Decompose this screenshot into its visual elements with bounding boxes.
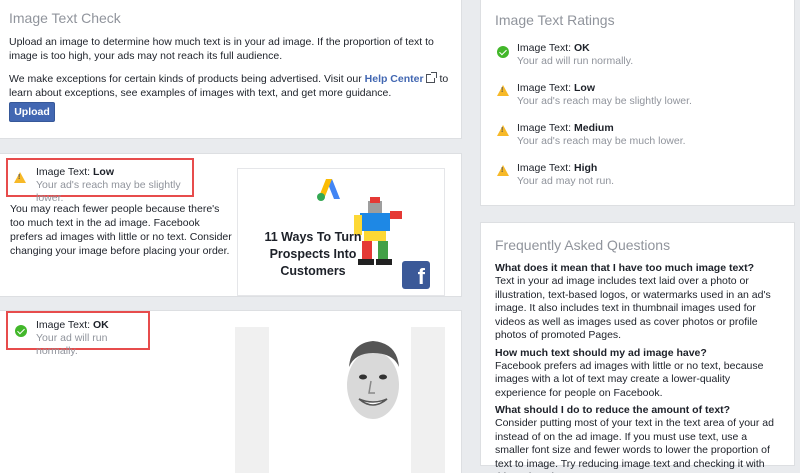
rating-label: Image Text:: [517, 82, 572, 94]
ratings-title: Image Text Ratings: [495, 12, 615, 28]
google-ads-logo-icon: [317, 179, 340, 201]
help-center-link[interactable]: Help Center: [365, 73, 424, 85]
upload-button[interactable]: Upload: [9, 102, 55, 122]
result-subtitle: Your ad will run normally.: [36, 332, 108, 357]
check-exceptions: We make exceptions for certain kinds of …: [9, 72, 452, 100]
check-circle-icon: [15, 325, 27, 337]
rating-label: Image Text:: [517, 42, 572, 54]
rating-subtitle: Your ad's reach may be much lower.: [517, 135, 686, 147]
faq-title: Frequently Asked Questions: [495, 237, 671, 253]
warning-icon: [14, 172, 26, 183]
rating-label: Image Text:: [517, 162, 572, 174]
result-rating-low: Image Text: Low Your ad's reach may be s…: [6, 158, 194, 204]
rating-title: Image Text: Low: [517, 82, 780, 95]
facebook-logo-icon: f: [402, 261, 430, 289]
rating-level: OK: [574, 42, 590, 54]
rating-item-high: Image Text: High Your ad may not run.: [495, 162, 780, 188]
result-card-low: Image Text: Low Your ad's reach may be s…: [0, 153, 462, 297]
rating-title: Image Text: Medium: [517, 122, 780, 135]
ad-image-thumbnail: 11 Ways To Turn Prospects Into Customers…: [237, 168, 445, 296]
rating-level: High: [574, 162, 598, 174]
warning-icon: [497, 165, 509, 176]
faq-question: How much text should my ad image have?: [495, 346, 707, 359]
rating-item-medium: Image Text: Medium Your ad's reach may b…: [495, 122, 780, 148]
faq-question: What should I do to reduce the amount of…: [495, 404, 731, 416]
rating-item-ok: Image Text: OK Your ad will run normally…: [495, 42, 780, 68]
ad-headline-text: 11 Ways To Turn Prospects Into Customers: [264, 230, 362, 278]
result-title: Image Text: OK: [36, 319, 140, 332]
rating-subtitle: Your ad's reach may be slightly lower.: [517, 95, 692, 107]
face-image-thumbnail: [235, 327, 445, 473]
faq-question: What does it mean that I have too much i…: [495, 262, 755, 274]
result-label: Image Text:: [36, 319, 91, 331]
warning-icon: [497, 125, 509, 136]
result-title: Image Text: Low: [36, 166, 184, 179]
result-level: OK: [93, 319, 109, 331]
result-description: You may reach fewer people because there…: [10, 203, 232, 257]
check-intro: Upload an image to determine how much te…: [9, 36, 434, 62]
rating-label: Image Text:: [517, 122, 572, 134]
warning-icon: [497, 85, 509, 96]
image-text-check-card: Image Text Check Upload an image to dete…: [0, 0, 462, 139]
exceptions-text-before: We make exceptions for certain kinds of …: [9, 73, 362, 85]
image-text-ratings-card: Image Text Ratings Image Text: OK Your a…: [480, 0, 795, 206]
faq-card: Frequently Asked Questions What does it …: [480, 222, 795, 473]
rating-level: Medium: [574, 122, 614, 134]
rating-subtitle: Your ad will run normally.: [517, 55, 634, 67]
rating-title: Image Text: High: [517, 162, 780, 175]
rating-subtitle: Your ad may not run.: [517, 175, 615, 187]
result-level: Low: [93, 166, 115, 178]
external-link-icon[interactable]: [425, 72, 437, 83]
result-card-ok: Image Text: OK Your ad will run normally…: [0, 310, 462, 473]
result-label: Image Text:: [36, 166, 91, 178]
result-rating-ok: Image Text: OK Your ad will run normally…: [6, 311, 150, 357]
check-title: Image Text Check: [9, 10, 121, 26]
check-circle-icon: [497, 46, 509, 58]
faq-answer: Consider putting most of your text in th…: [495, 417, 774, 473]
faq-answer: Text in your ad image includes text laid…: [495, 275, 771, 341]
face-photo-icon: [347, 341, 399, 419]
faq-answer: Facebook prefers ad images with little o…: [495, 359, 764, 399]
face-image-canvas: [269, 327, 411, 473]
rating-item-low: Image Text: Low Your ad's reach may be s…: [495, 82, 780, 108]
rating-title: Image Text: OK: [517, 42, 780, 55]
rating-level: Low: [574, 82, 596, 94]
